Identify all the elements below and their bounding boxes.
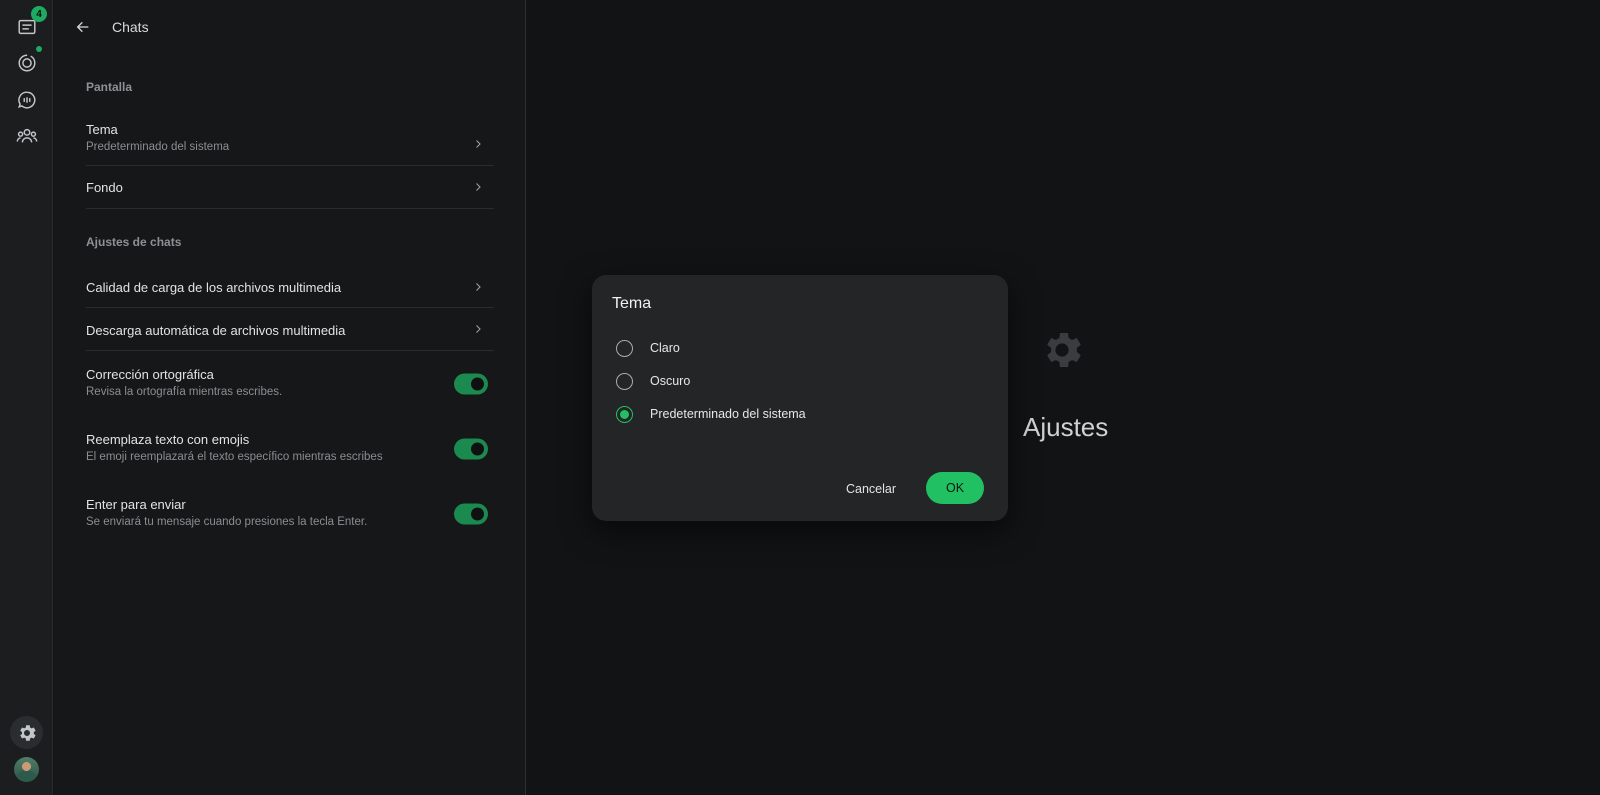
option-label: Claro — [650, 341, 680, 355]
spell-check-subtitle: Revisa la ortografía mientras escribes. — [86, 386, 283, 398]
enter-to-send-toggle[interactable] — [454, 503, 488, 525]
chevron-right-icon — [476, 183, 481, 191]
placeholder-title: Ajustes — [1023, 412, 1109, 442]
chats-unread-badge: 4 — [31, 6, 47, 22]
chevron-right-icon — [476, 139, 481, 148]
theme-option-light[interactable]: Claro — [616, 338, 680, 358]
theme-option-dark[interactable]: Oscuro — [616, 371, 690, 391]
media-auto-download-row[interactable]: Descarga automática de archivos multimed… — [86, 308, 494, 351]
media-upload-quality-title: Calidad de carga de los archivos multime… — [86, 280, 342, 295]
media-auto-download-title: Descarga automática de archivos multimed… — [86, 323, 346, 338]
status-icon — [17, 53, 36, 72]
channels-nav-button[interactable] — [10, 83, 43, 116]
wallpaper-row-title: Fondo — [86, 180, 123, 195]
radio-button[interactable] — [616, 372, 633, 390]
panel-header: Chats — [70, 14, 149, 40]
radio-button-selected[interactable] — [616, 405, 633, 423]
theme-row-title: Tema — [86, 122, 118, 137]
chevron-right-icon — [476, 325, 481, 333]
communities-icon — [16, 128, 37, 142]
replace-emoji-subtitle: El emoji reemplazará el texto específico… — [86, 451, 383, 463]
spell-check-title: Corrección ortográfica — [86, 367, 214, 382]
nav-rail: 4 — [0, 0, 53, 795]
replace-emoji-toggle[interactable] — [454, 438, 488, 460]
cancel-button[interactable]: Cancelar — [832, 473, 910, 504]
arrow-left-icon — [76, 21, 89, 33]
dialog-title: Tema — [612, 295, 652, 312]
enter-to-send-subtitle: Se enviará tu mensaje cuando presiones l… — [86, 516, 368, 528]
status-new-dot — [36, 46, 42, 52]
theme-row-subtitle: Predeterminado del sistema — [86, 141, 230, 153]
enter-to-send-title: Enter para enviar — [86, 497, 186, 512]
radio-button[interactable] — [616, 339, 633, 357]
settings-placeholder-icon — [1047, 333, 1081, 367]
panel-title: Chats — [112, 19, 149, 35]
replace-emoji-title: Reemplaza texto con emojis — [86, 432, 250, 447]
settings-icon — [19, 724, 36, 741]
enter-to-send-row: Enter para enviar Se enviará tu mensaje … — [86, 497, 494, 531]
option-label: Predeterminado del sistema — [650, 407, 806, 421]
wallpaper-row[interactable]: Fondo — [86, 166, 494, 209]
chevron-right-icon — [476, 282, 481, 291]
spell-check-toggle[interactable] — [454, 373, 488, 395]
chats-settings-panel: Chats Pantalla Tema Predeterminado del s… — [54, 0, 526, 795]
communities-nav-button[interactable] — [10, 119, 43, 152]
section-label-display: Pantalla — [86, 80, 133, 94]
ok-button[interactable]: OK — [926, 472, 984, 504]
back-button[interactable] — [70, 14, 96, 40]
section-label-chat-settings: Ajustes de chats — [86, 235, 182, 249]
settings-nav-button[interactable] — [10, 716, 43, 749]
channels-icon — [17, 90, 35, 108]
option-label: Oscuro — [650, 374, 691, 388]
theme-option-system-default[interactable]: Predeterminado del sistema — [616, 404, 806, 424]
profile-avatar[interactable] — [14, 757, 39, 782]
spell-check-row: Corrección ortográfica Revisa la ortogra… — [86, 367, 494, 401]
media-upload-quality-row[interactable]: Calidad de carga de los archivos multime… — [86, 266, 494, 308]
theme-row[interactable]: Tema Predeterminado del sistema — [86, 122, 494, 166]
replace-emoji-row: Reemplaza texto con emojis El emoji reem… — [86, 432, 494, 466]
